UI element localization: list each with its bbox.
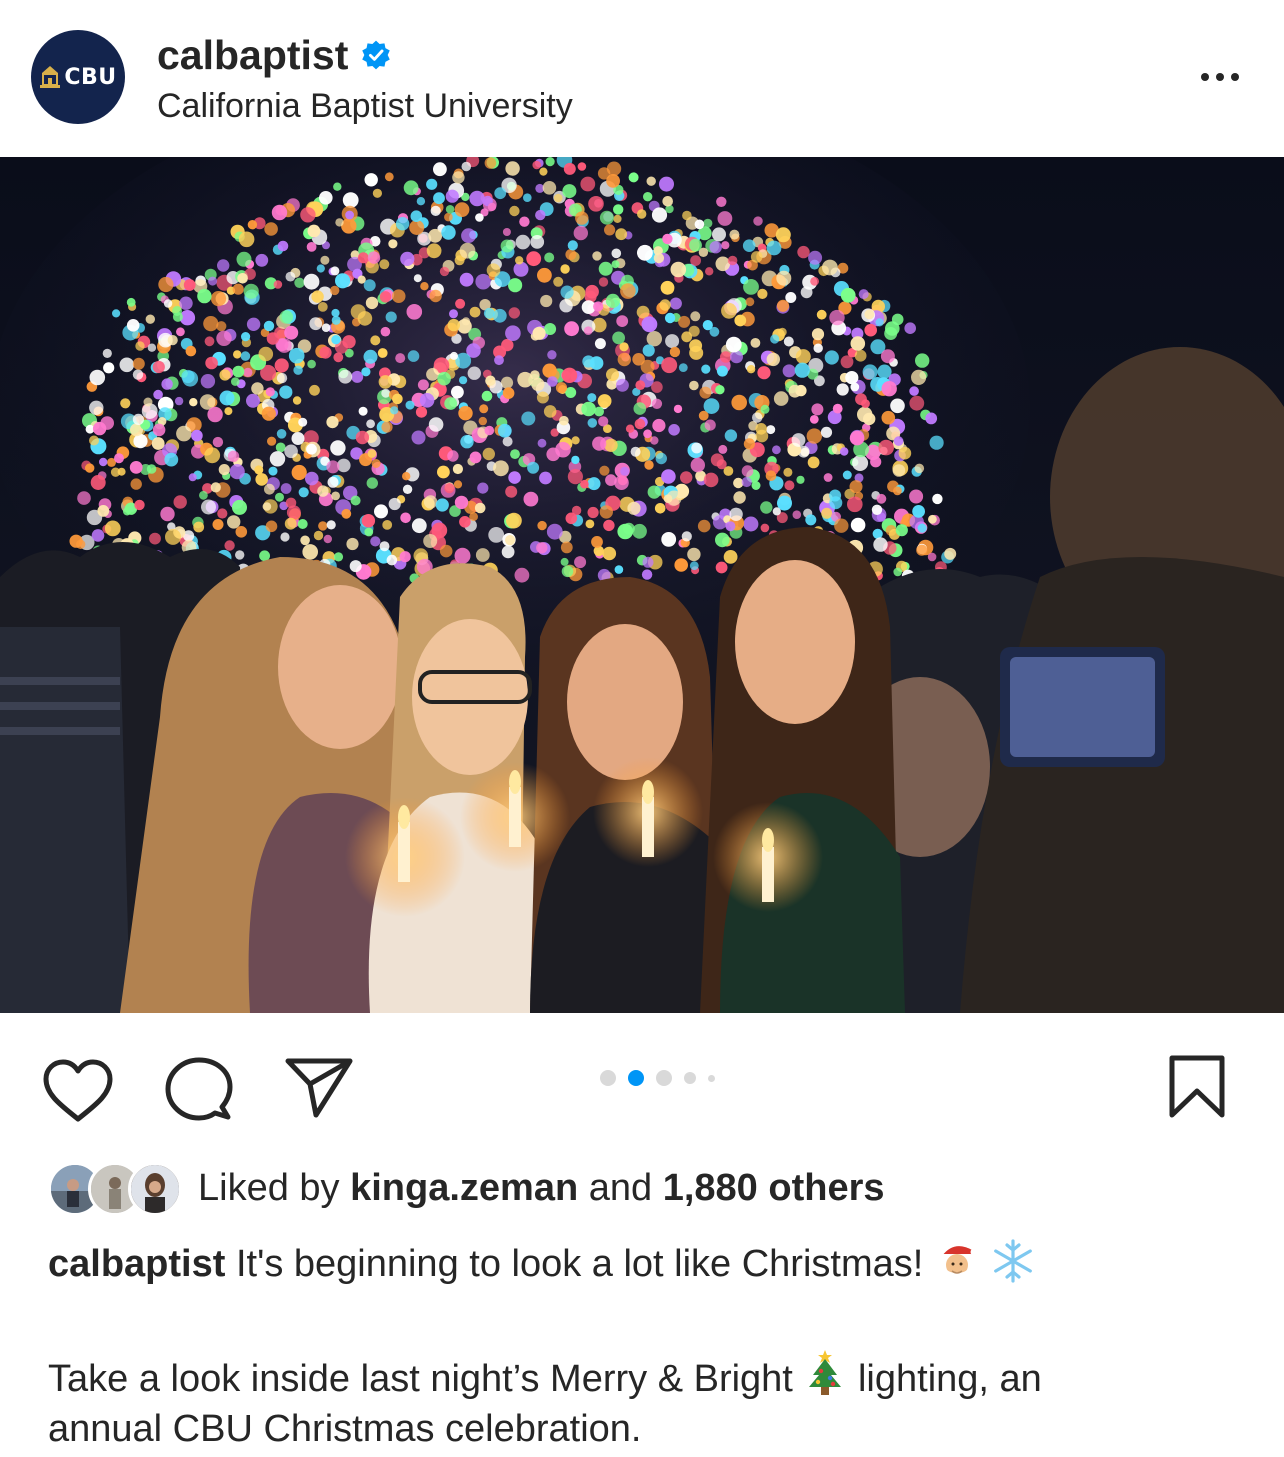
santa-emoji-icon bbox=[939, 1246, 978, 1282]
carousel-dot bbox=[656, 1070, 672, 1086]
carousel-dot bbox=[600, 1070, 616, 1086]
caption-username[interactable]: calbaptist bbox=[48, 1243, 225, 1285]
likes-count[interactable]: 1,880 others bbox=[663, 1167, 885, 1209]
caption-line-1: It's beginning to look a lot like Christ… bbox=[235, 1243, 924, 1285]
likes-row: Liked by kinga.zeman and 1,880 others bbox=[48, 1160, 885, 1216]
username[interactable]: calbaptist bbox=[157, 30, 348, 80]
carousel-dot bbox=[708, 1074, 715, 1082]
carousel-indicator bbox=[600, 1070, 715, 1086]
carousel-dot bbox=[684, 1072, 696, 1084]
caption-line-3: annual CBU Christmas celebration. bbox=[48, 1408, 642, 1450]
building-icon bbox=[40, 66, 61, 88]
post-caption: calbaptist It's beginning to look a lot … bbox=[48, 1238, 1248, 1454]
more-options-button[interactable] bbox=[1190, 60, 1250, 94]
liked-by-label: Liked by bbox=[198, 1166, 340, 1209]
display-name[interactable]: California Baptist University bbox=[157, 84, 573, 128]
caption-line-2a: Take a look inside last night’s Merry & … bbox=[48, 1358, 793, 1400]
liker-avatar[interactable] bbox=[128, 1162, 182, 1216]
send-icon[interactable] bbox=[284, 1057, 354, 1119]
liker-avatars[interactable] bbox=[48, 1160, 184, 1216]
profile-avatar[interactable]: CBU bbox=[31, 30, 125, 124]
cbu-logo: CBU bbox=[39, 65, 116, 90]
snowflake-emoji-icon bbox=[994, 1239, 1033, 1283]
heart-icon[interactable] bbox=[42, 1059, 114, 1123]
caption-line-2b: lighting, an bbox=[857, 1358, 1042, 1400]
more-horizontal-icon bbox=[1201, 73, 1209, 81]
bookmark-icon[interactable] bbox=[1166, 1055, 1228, 1119]
verified-badge-icon bbox=[362, 40, 391, 70]
post-header: CBU calbaptist California Baptist Univer… bbox=[0, 0, 1284, 157]
likes-joiner: and bbox=[588, 1166, 653, 1209]
likes-summary[interactable]: Liked by kinga.zeman and 1,880 others bbox=[198, 1167, 885, 1210]
christmas-tree-emoji-icon bbox=[809, 1350, 842, 1395]
post-image[interactable] bbox=[0, 157, 1284, 1013]
avatar-text: CBU bbox=[64, 64, 117, 90]
carousel-dot bbox=[628, 1070, 644, 1086]
first-liker-username[interactable]: kinga.zeman bbox=[350, 1167, 578, 1209]
post-photo bbox=[0, 157, 1284, 1013]
comment-icon[interactable] bbox=[164, 1057, 234, 1123]
